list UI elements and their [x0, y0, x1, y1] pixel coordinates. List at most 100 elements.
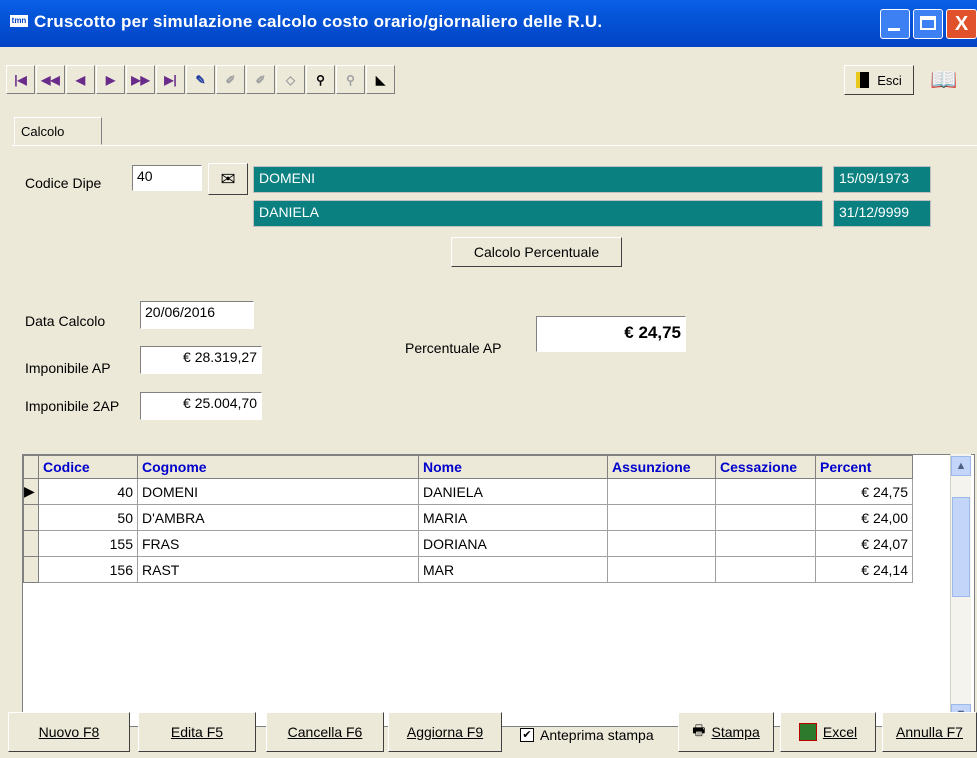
first-record-icon[interactable]: |◀ [6, 65, 35, 94]
annulla-button[interactable]: Annulla F7 [882, 712, 977, 752]
aggiorna-label: Aggiorna F9 [406, 724, 484, 740]
col-cognome[interactable]: Cognome [137, 455, 419, 479]
row-selector[interactable] [23, 504, 39, 531]
table-row[interactable]: ▶ 40 DOMENI DANIELA € 24,75 [23, 478, 913, 505]
col-codice[interactable]: Codice [38, 455, 138, 479]
anteprima-label: Anteprima stampa [540, 727, 654, 743]
cell-codice[interactable]: 40 [38, 478, 138, 505]
cell-cognome[interactable]: DOMENI [137, 478, 419, 505]
app-icon: tmn [10, 15, 28, 27]
records-grid[interactable]: Codice Cognome Nome Assunzione Cessazion… [22, 454, 975, 727]
cell-assunzione[interactable] [607, 556, 716, 583]
annulla-label: Annulla F7 [896, 724, 963, 740]
col-nome[interactable]: Nome [418, 455, 608, 479]
tab-calcolo[interactable]: Calcolo [14, 117, 102, 145]
col-assunzione[interactable]: Assunzione [607, 455, 716, 479]
percentuale-ap-label: Percentuale AP [405, 340, 502, 356]
door-icon [856, 72, 870, 88]
data-calcolo-label: Data Calcolo [25, 313, 106, 329]
cell-percent[interactable]: € 24,75 [815, 478, 913, 505]
aggiorna-button[interactable]: Aggiorna F9 [388, 712, 502, 752]
col-cessazione[interactable]: Cessazione [715, 455, 816, 479]
cell-nome[interactable]: DANIELA [418, 478, 608, 505]
search-icon[interactable]: ⚲ [306, 65, 335, 94]
window-title: Cruscotto per simulazione calcolo costo … [34, 12, 603, 31]
minimize-button[interactable] [880, 9, 910, 39]
imponibile-ap-label: Imponibile AP [25, 360, 111, 376]
row-selector-header [23, 455, 39, 479]
edit-record-icon[interactable]: ✐ [216, 65, 245, 94]
excel-button[interactable]: Excel [780, 712, 876, 752]
codice-dipe-input[interactable]: 40 [132, 165, 202, 191]
cell-percent[interactable]: € 24,00 [815, 504, 913, 531]
help-book-icon[interactable]: 📖 [924, 66, 964, 94]
tab-calcolo-label: Calcolo [21, 123, 65, 139]
cell-cessazione[interactable] [715, 530, 816, 557]
cell-percent[interactable]: € 24,14 [815, 556, 913, 583]
imponibile-2ap-label: Imponibile 2AP [25, 398, 120, 414]
current-row-icon: ▶ [23, 478, 39, 505]
cell-assunzione[interactable] [607, 504, 716, 531]
close-button[interactable]: X [946, 9, 977, 39]
birth-date-field: 15/09/1973 [833, 166, 931, 193]
cell-nome[interactable]: MARIA [418, 504, 608, 531]
exit-label: Esci [877, 72, 902, 88]
grid-scrollbar[interactable]: ▲ ▼ [950, 454, 971, 727]
excel-label: Excel [822, 724, 858, 740]
cell-codice[interactable]: 50 [38, 504, 138, 531]
data-calcolo-input[interactable]: 20/06/2016 [140, 301, 254, 329]
cell-nome[interactable]: DORIANA [418, 530, 608, 557]
cell-assunzione[interactable] [607, 478, 716, 505]
erase-icon[interactable]: ◇ [276, 65, 305, 94]
surname-field: DOMENI [253, 166, 823, 193]
checkbox-checked-icon[interactable]: ✔ [520, 728, 534, 742]
cell-cognome[interactable]: RAST [137, 556, 419, 583]
title-bar: tmn Cruscotto per simulazione calcolo co… [0, 0, 977, 47]
last-record-icon[interactable]: ▶| [156, 65, 185, 94]
col-percent[interactable]: Percent [815, 455, 913, 479]
maximize-button[interactable] [913, 9, 943, 39]
imponibile-2ap-input[interactable]: € 25.004,70 [140, 392, 262, 420]
search-disabled-icon[interactable]: ⚲ [336, 65, 365, 94]
cell-codice[interactable]: 155 [38, 530, 138, 557]
cell-cognome[interactable]: D'AMBRA [137, 504, 419, 531]
anteprima-checkbox[interactable]: ✔ Anteprima stampa [520, 727, 654, 743]
prev-record-icon[interactable]: ◀ [66, 65, 95, 94]
cell-codice[interactable]: 156 [38, 556, 138, 583]
cell-cessazione[interactable] [715, 504, 816, 531]
next-page-icon[interactable]: ▶▶ [126, 65, 155, 94]
scroll-thumb[interactable] [952, 497, 970, 597]
lookup-button[interactable]: ✉ [208, 163, 248, 195]
percentuale-ap-value: € 24,75 [536, 316, 686, 352]
cancella-button[interactable]: Cancella F6 [266, 712, 384, 752]
cell-assunzione[interactable] [607, 530, 716, 557]
excel-icon [798, 723, 817, 741]
cancella-label: Cancella F6 [287, 724, 363, 740]
table-row[interactable]: 156 RAST MAR € 24,14 [23, 556, 913, 583]
table-row[interactable]: 155 FRAS DORIANA € 24,07 [23, 530, 913, 557]
cell-cognome[interactable]: FRAS [137, 530, 419, 557]
close-icon: X [954, 13, 969, 35]
cell-cessazione[interactable] [715, 478, 816, 505]
calcolo-percentuale-button[interactable]: Calcolo Percentuale [451, 237, 622, 267]
cell-percent[interactable]: € 24,07 [815, 530, 913, 557]
scroll-up-icon[interactable]: ▲ [951, 456, 971, 476]
cell-nome[interactable]: MAR [418, 556, 608, 583]
printer-icon: 🖶 [692, 722, 706, 738]
next-record-icon[interactable]: ▶ [96, 65, 125, 94]
prev-page-icon[interactable]: ◀◀ [36, 65, 65, 94]
stampa-button[interactable]: 🖶 Stampa [678, 712, 774, 752]
table-row[interactable]: 50 D'AMBRA MARIA € 24,00 [23, 504, 913, 531]
filter-icon[interactable]: ◣ [366, 65, 395, 94]
cell-cessazione[interactable] [715, 556, 816, 583]
row-selector[interactable] [23, 556, 39, 583]
edita-button[interactable]: Edita F5 [138, 712, 256, 752]
edit-disabled-icon[interactable]: ✐ [246, 65, 275, 94]
new-record-icon[interactable]: ✎ [186, 65, 215, 94]
name-field: DANIELA [253, 200, 823, 227]
nuovo-button[interactable]: Nuovo F8 [8, 712, 130, 752]
toolbar: |◀ ◀◀ ◀ ▶ ▶▶ ▶| ✎ ✐ ✐ ◇ ⚲ ⚲ ◣ Esci 📖 [6, 60, 976, 100]
imponibile-ap-input[interactable]: € 28.319,27 [140, 346, 262, 374]
row-selector[interactable] [23, 530, 39, 557]
exit-button[interactable]: Esci [844, 65, 914, 95]
